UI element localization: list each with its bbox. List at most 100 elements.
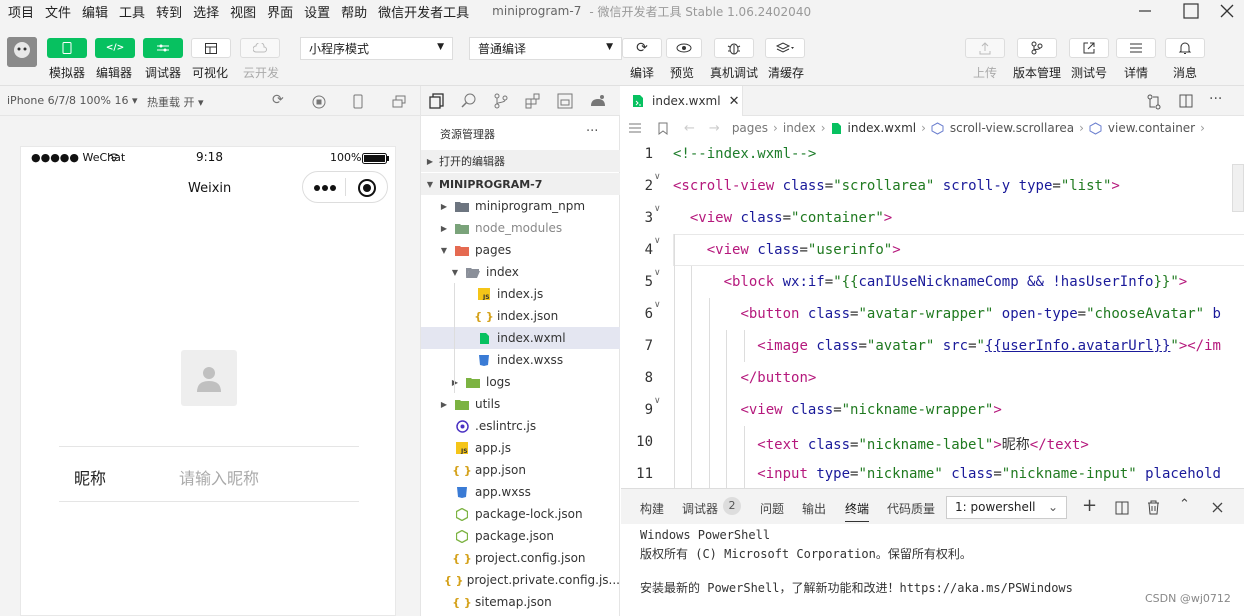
compile-button[interactable]: ⟳ bbox=[622, 38, 662, 58]
tree-item[interactable]: { } index.json bbox=[421, 305, 620, 327]
breadcrumb-file[interactable]: index.wxml bbox=[848, 121, 917, 135]
tree-item[interactable]: { } sitemap.json bbox=[421, 591, 620, 613]
forward-arrow-icon[interactable]: → bbox=[709, 121, 720, 136]
bookmark-icon[interactable] bbox=[658, 122, 668, 135]
add-terminal-icon[interactable]: + bbox=[1082, 495, 1097, 516]
upload-button[interactable] bbox=[965, 38, 1005, 58]
debugger-toggle-button[interactable] bbox=[143, 38, 183, 58]
tree-item[interactable]: { } app.json bbox=[421, 459, 620, 481]
device-icon[interactable] bbox=[353, 94, 363, 109]
menu-item-devtools[interactable]: 微信开发者工具 bbox=[378, 2, 469, 21]
tree-item[interactable]: ▼ index bbox=[421, 261, 620, 283]
tree-item[interactable]: .eslintrc.js bbox=[421, 415, 620, 437]
menu-item-settings[interactable]: 设置 bbox=[304, 2, 330, 21]
cloud-service-icon[interactable] bbox=[589, 94, 607, 108]
windows-icon[interactable] bbox=[392, 95, 406, 108]
simulator-toggle-button[interactable] bbox=[47, 38, 87, 58]
avatar[interactable] bbox=[7, 37, 37, 67]
hot-reload-select[interactable]: 热重载 开 ▾ bbox=[147, 94, 204, 110]
scrollbar-thumb[interactable] bbox=[1232, 164, 1244, 212]
menu-item-edit[interactable]: 编辑 bbox=[82, 2, 108, 21]
visual-toggle-button[interactable] bbox=[191, 38, 231, 58]
rotate-icon[interactable]: ⟳ bbox=[272, 92, 284, 108]
tree-item[interactable]: JS app.js bbox=[421, 437, 620, 459]
test-account-button[interactable] bbox=[1069, 38, 1109, 58]
editor-more-icon[interactable]: ··· bbox=[1209, 91, 1222, 107]
menu-item-tools[interactable]: 工具 bbox=[119, 2, 145, 21]
fold-chevron-icon[interactable]: ∨ bbox=[654, 236, 661, 246]
breadcrumb-scrollview[interactable]: scroll-view.scrollarea bbox=[950, 121, 1074, 135]
files-icon[interactable] bbox=[429, 93, 445, 109]
menu-item-goto[interactable]: 转到 bbox=[156, 2, 182, 21]
tab-build[interactable]: 构建 bbox=[640, 500, 664, 517]
fold-chevron-icon[interactable]: ∨ bbox=[654, 396, 661, 406]
list-icon[interactable] bbox=[628, 122, 642, 134]
remote-debug-button[interactable] bbox=[714, 38, 754, 58]
fold-chevron-icon[interactable]: ∨ bbox=[654, 204, 661, 214]
preview-button[interactable] bbox=[666, 38, 702, 58]
search-icon[interactable] bbox=[461, 93, 477, 109]
tree-item[interactable]: { } project.private.config.js... bbox=[421, 569, 620, 591]
menu-item-file[interactable]: 文件 bbox=[45, 2, 71, 21]
menu-item-interface[interactable]: 界面 bbox=[267, 2, 293, 21]
nickname-input[interactable]: 请输入昵称 bbox=[179, 465, 259, 489]
tree-item[interactable]: app.wxss bbox=[421, 481, 620, 503]
tree-item[interactable]: index.wxml bbox=[421, 327, 620, 349]
menu-item-project[interactable]: 项目 bbox=[8, 2, 34, 21]
tree-item[interactable]: index.wxss bbox=[421, 349, 620, 371]
menu-item-select[interactable]: 选择 bbox=[193, 2, 219, 21]
fold-chevron-icon[interactable]: ∨ bbox=[654, 268, 661, 278]
tree-item[interactable]: ▼ pages bbox=[421, 239, 620, 261]
details-button[interactable] bbox=[1116, 38, 1156, 58]
minimize-button[interactable] bbox=[1130, 0, 1160, 22]
compile-select[interactable]: 普通编译 ▼ bbox=[469, 37, 622, 60]
menu-item-view[interactable]: 视图 bbox=[230, 2, 256, 21]
more-dots-icon[interactable] bbox=[313, 184, 337, 192]
terminal-output[interactable]: Windows PowerShell 版权所有 (C) Microsoft Co… bbox=[621, 524, 1244, 616]
stop-icon[interactable] bbox=[312, 95, 326, 109]
fold-chevron-icon[interactable]: ∨ bbox=[654, 300, 661, 310]
avatar-placeholder-button[interactable] bbox=[181, 350, 237, 406]
extensions-icon[interactable] bbox=[525, 93, 541, 109]
clear-cache-button[interactable] bbox=[765, 38, 805, 58]
tab-problems[interactable]: 问题 bbox=[760, 500, 784, 517]
terminal-select[interactable]: 1: powershell ⌄ bbox=[946, 496, 1067, 519]
compare-icon[interactable] bbox=[1146, 94, 1162, 110]
tree-item[interactable]: ▶ miniprogram_npm bbox=[421, 195, 620, 217]
tab-index-wxml[interactable]: index.wxml ✕ bbox=[621, 86, 743, 116]
close-tab-icon[interactable]: ✕ bbox=[729, 94, 740, 109]
source-control-icon[interactable] bbox=[493, 93, 509, 109]
code-editor[interactable]: 1 2 3 4 5 6 7 8 9 10 11 ∨ ∨ ∨ ∨ ∨ ∨ <!--… bbox=[621, 140, 1244, 488]
open-editors-section[interactable]: ▶ 打开的编辑器 bbox=[421, 150, 620, 172]
tab-debugger[interactable]: 调试器 bbox=[682, 500, 718, 517]
split-editor-icon[interactable] bbox=[1179, 94, 1193, 108]
storage-icon[interactable] bbox=[557, 93, 573, 109]
editor-toggle-button[interactable]: </> bbox=[95, 38, 135, 58]
split-terminal-icon[interactable] bbox=[1115, 501, 1129, 515]
tab-code-quality[interactable]: 代码质量 bbox=[887, 500, 935, 517]
breadcrumb-container[interactable]: view.container bbox=[1108, 121, 1195, 135]
close-panel-icon[interactable] bbox=[1212, 502, 1223, 513]
tree-item[interactable]: { } project.config.json bbox=[421, 547, 620, 569]
tree-item[interactable]: ▶ node_modules bbox=[421, 217, 620, 239]
close-window-button[interactable] bbox=[1212, 0, 1242, 22]
more-actions-icon[interactable]: ··· bbox=[586, 124, 598, 139]
back-arrow-icon[interactable]: ← bbox=[684, 121, 695, 136]
project-section[interactable]: ▼ MINIPROGRAM-7 bbox=[421, 173, 620, 195]
breadcrumb-index[interactable]: index bbox=[783, 121, 816, 135]
tree-item[interactable]: JS index.js bbox=[421, 283, 620, 305]
cloud-dev-button[interactable] bbox=[240, 38, 280, 58]
mode-select[interactable]: 小程序模式 ▼ bbox=[300, 37, 453, 60]
close-mini-program-icon[interactable] bbox=[357, 178, 377, 198]
trash-icon[interactable] bbox=[1147, 500, 1160, 515]
menu-item-help[interactable]: 帮助 bbox=[341, 2, 367, 21]
maximize-panel-icon[interactable]: ⌃ bbox=[1179, 497, 1190, 512]
tree-item[interactable]: ▶ logs bbox=[421, 371, 620, 393]
breadcrumb-pages[interactable]: pages bbox=[732, 121, 768, 135]
tree-item[interactable]: ▶ utils bbox=[421, 393, 620, 415]
tree-item[interactable]: package.json bbox=[421, 525, 620, 547]
tree-item[interactable]: package-lock.json bbox=[421, 503, 620, 525]
device-select[interactable]: iPhone 6/7/8 100% 16 ▾ bbox=[7, 94, 138, 107]
messages-button[interactable] bbox=[1165, 38, 1205, 58]
capsule-menu[interactable] bbox=[302, 171, 388, 203]
